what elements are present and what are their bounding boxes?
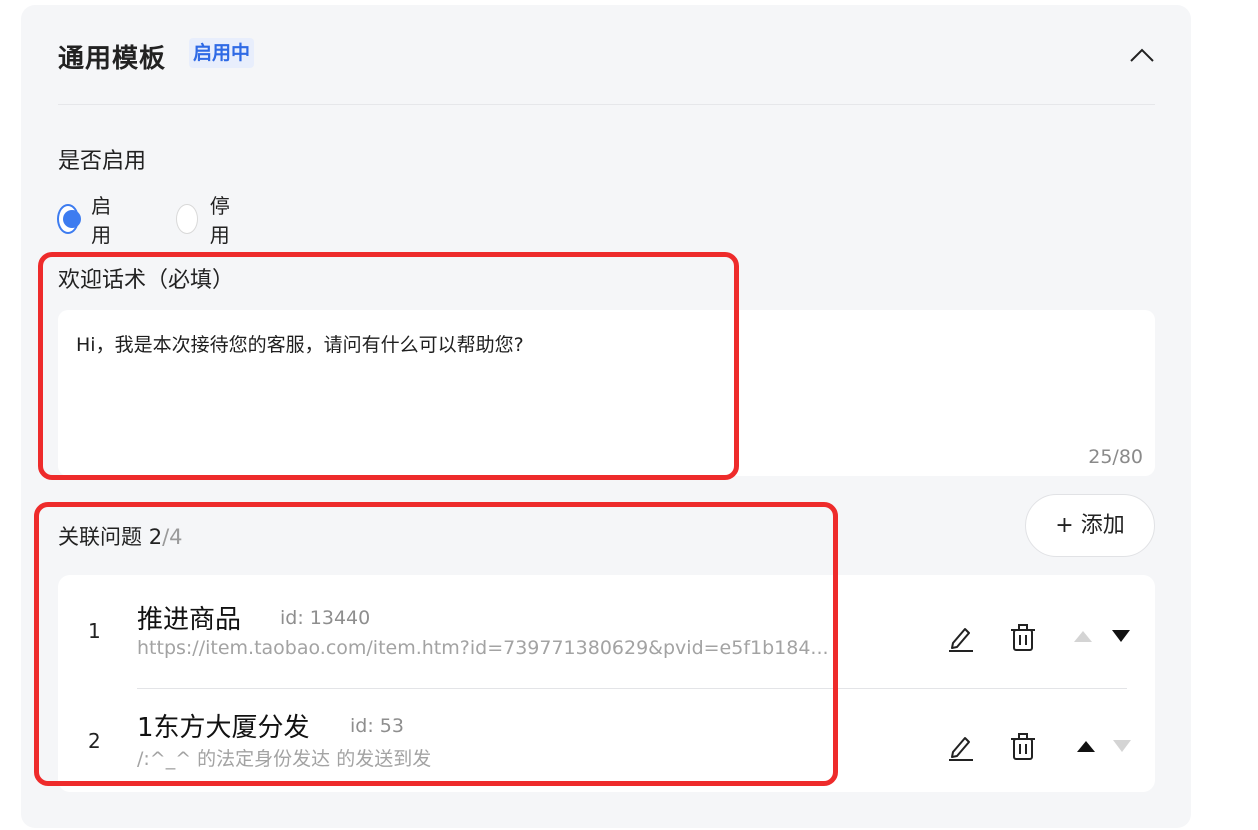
item-title: 推进商品: [137, 605, 242, 635]
trash-icon[interactable]: [1008, 732, 1038, 762]
radio-enable-indicator[interactable]: [57, 204, 82, 234]
item-title: 1东方大厦分发: [137, 713, 310, 743]
radio-enable[interactable]: 启用: [57, 190, 119, 248]
related-questions-label: 关联问题: [58, 525, 142, 549]
move-up-icon[interactable]: [1074, 734, 1098, 758]
move-up-icon[interactable]: [1071, 624, 1095, 648]
char-counter: 25/80: [1088, 446, 1143, 468]
panel-header: 通用模板 启用中: [58, 32, 1155, 105]
radio-disable-label: 停用: [209, 194, 230, 247]
related-total: /4: [162, 525, 183, 549]
related-count: 2: [148, 525, 163, 549]
edit-icon[interactable]: [946, 622, 976, 652]
welcome-label: 欢迎话术（必填）: [58, 268, 235, 293]
list-item: 1 推进商品 id: 13440 https://item.taobao.com…: [58, 575, 1155, 685]
welcome-text: Hi，我是本次接待您的客服，请问有什么可以帮助您?: [76, 334, 524, 356]
radio-disable-indicator[interactable]: [176, 204, 198, 234]
trash-icon[interactable]: [1008, 623, 1038, 653]
welcome-textarea[interactable]: Hi，我是本次接待您的客服，请问有什么可以帮助您? 25/80: [58, 310, 1155, 476]
enable-label: 是否启用: [58, 149, 147, 174]
move-down-icon[interactable]: [1110, 734, 1134, 758]
item-id: id: 13440: [280, 607, 371, 629]
list-item: 2 1东方大厦分发 id: 53 /:^_^ 的法定身份发达 的发送到发: [58, 687, 1155, 797]
related-questions-list: 1 推进商品 id: 13440 https://item.taobao.com…: [58, 575, 1155, 792]
related-questions-header: 关联问题 2/4: [58, 521, 183, 551]
edit-icon[interactable]: [946, 731, 976, 761]
item-subtitle: https://item.taobao.com/item.htm?id=7397…: [137, 637, 829, 659]
move-down-icon[interactable]: [1109, 624, 1133, 648]
panel-title: 通用模板: [58, 44, 167, 74]
status-badge: 启用中: [189, 38, 255, 68]
radio-disable[interactable]: 停用: [176, 190, 238, 248]
add-button[interactable]: + 添加: [1025, 494, 1155, 557]
radio-enable-label: 启用: [91, 194, 112, 247]
item-index: 2: [88, 729, 101, 753]
item-index: 1: [88, 619, 101, 643]
item-subtitle: /:^_^ 的法定身份发达 的发送到发: [137, 748, 432, 770]
chevron-up-icon[interactable]: [1129, 46, 1155, 64]
item-id: id: 53: [350, 715, 404, 737]
